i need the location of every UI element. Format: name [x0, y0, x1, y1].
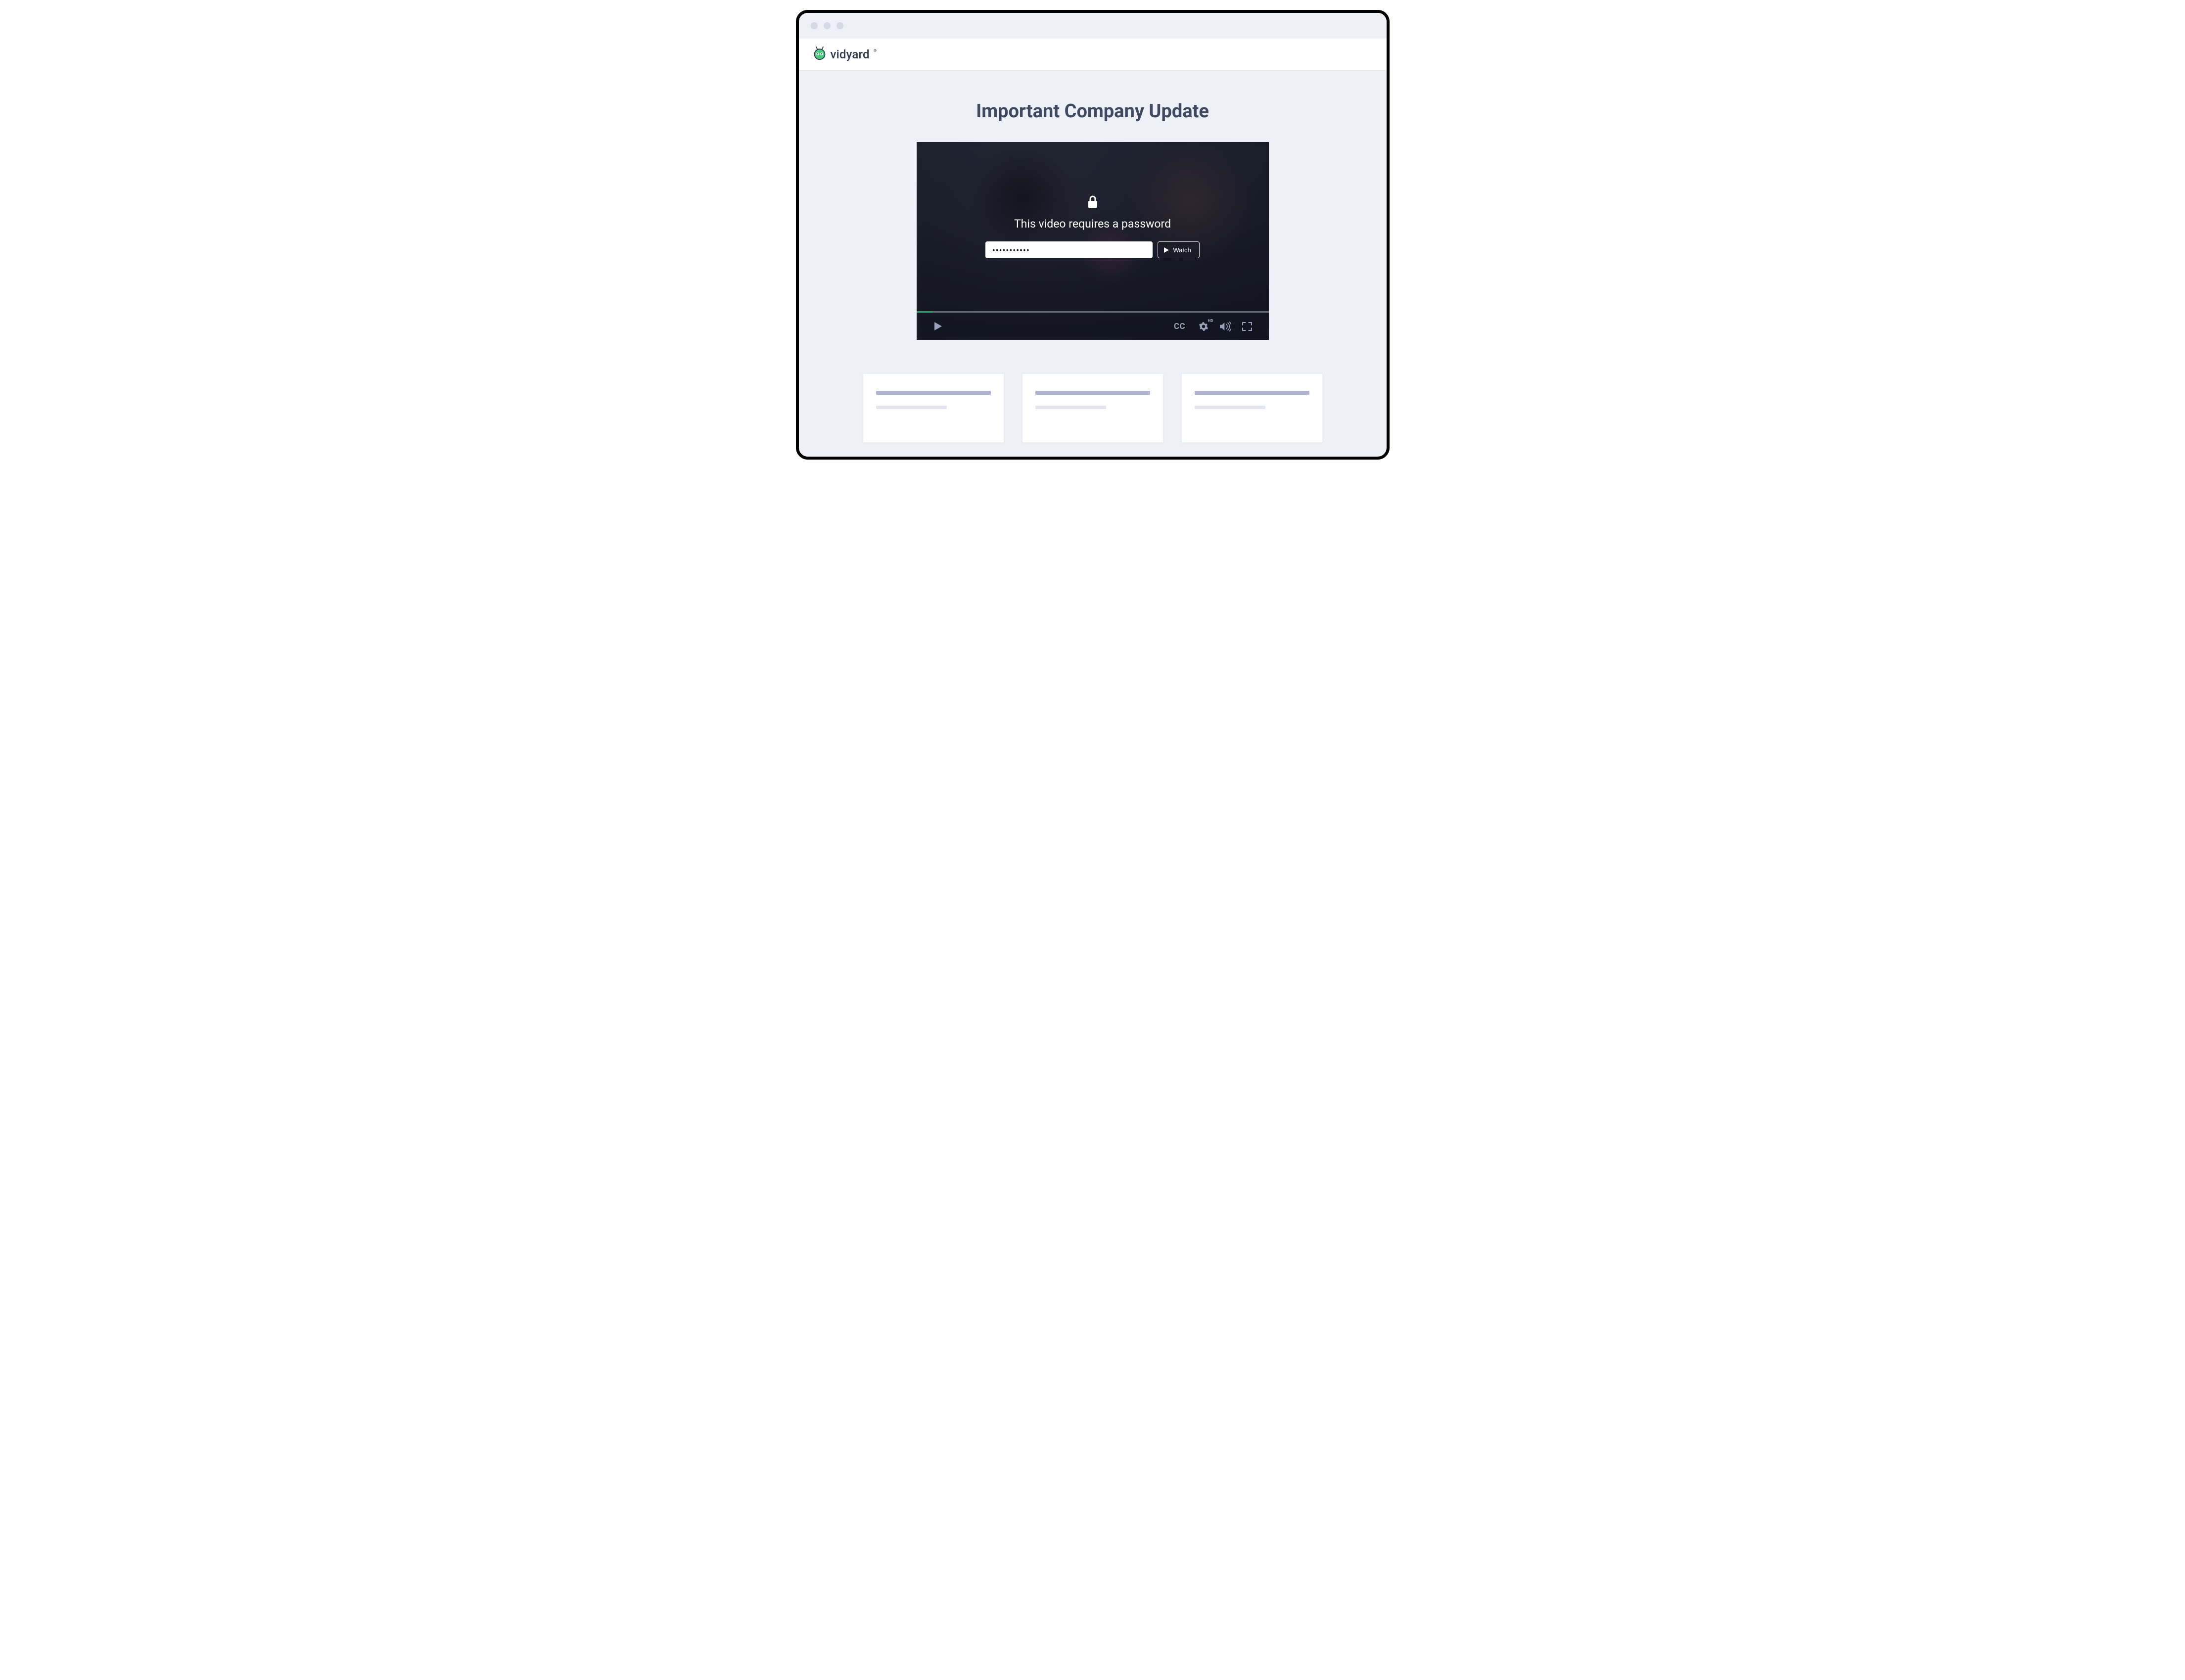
volume-button[interactable]	[1214, 317, 1236, 336]
password-form: Watch	[985, 241, 1199, 258]
page-content: Important Company Update This video requ…	[799, 71, 1387, 457]
window-dot	[811, 22, 818, 29]
skeleton-line	[876, 391, 991, 395]
card-placeholder	[1022, 373, 1163, 443]
window-dot	[824, 22, 831, 29]
play-icon	[1164, 247, 1169, 253]
skeleton-line	[876, 406, 947, 409]
browser-window: vidyard ® Important Company Update This …	[796, 10, 1390, 460]
lock-message: This video requires a password	[1014, 217, 1171, 231]
fullscreen-button[interactable]	[1236, 317, 1258, 336]
settings-button[interactable]: HD	[1193, 317, 1214, 336]
play-button[interactable]	[928, 317, 949, 336]
vidyard-logo-icon	[813, 47, 827, 62]
watch-button-label: Watch	[1173, 246, 1191, 254]
card-placeholder	[1181, 373, 1323, 443]
brand-logo[interactable]: vidyard ®	[813, 47, 877, 62]
skeleton-line	[1035, 391, 1150, 395]
volume-icon	[1219, 322, 1231, 331]
window-titlebar	[799, 13, 1387, 39]
brand-name: vidyard	[831, 47, 870, 61]
watch-button[interactable]: Watch	[1158, 241, 1199, 258]
window-dot	[837, 22, 843, 29]
fullscreen-icon	[1242, 322, 1252, 331]
app-topbar: vidyard ®	[799, 39, 1387, 71]
cc-label: CC	[1174, 322, 1185, 331]
play-icon	[934, 322, 942, 330]
card-placeholder	[863, 373, 1004, 443]
video-player: This video requires a password Watch	[917, 142, 1269, 340]
password-input[interactable]	[985, 241, 1153, 258]
captions-button[interactable]: CC	[1167, 317, 1193, 336]
player-controls-bar: CC HD	[917, 311, 1269, 340]
skeleton-line	[1195, 406, 1266, 409]
cards-row	[863, 373, 1323, 443]
skeleton-line	[1035, 406, 1107, 409]
registered-icon: ®	[874, 48, 877, 53]
skeleton-line	[1195, 391, 1309, 395]
page-title: Important Company Update	[819, 100, 1367, 122]
password-overlay: This video requires a password Watch	[917, 195, 1269, 258]
lock-icon	[1087, 195, 1099, 210]
gear-icon	[1199, 322, 1209, 331]
hd-badge: HD	[1208, 319, 1213, 323]
